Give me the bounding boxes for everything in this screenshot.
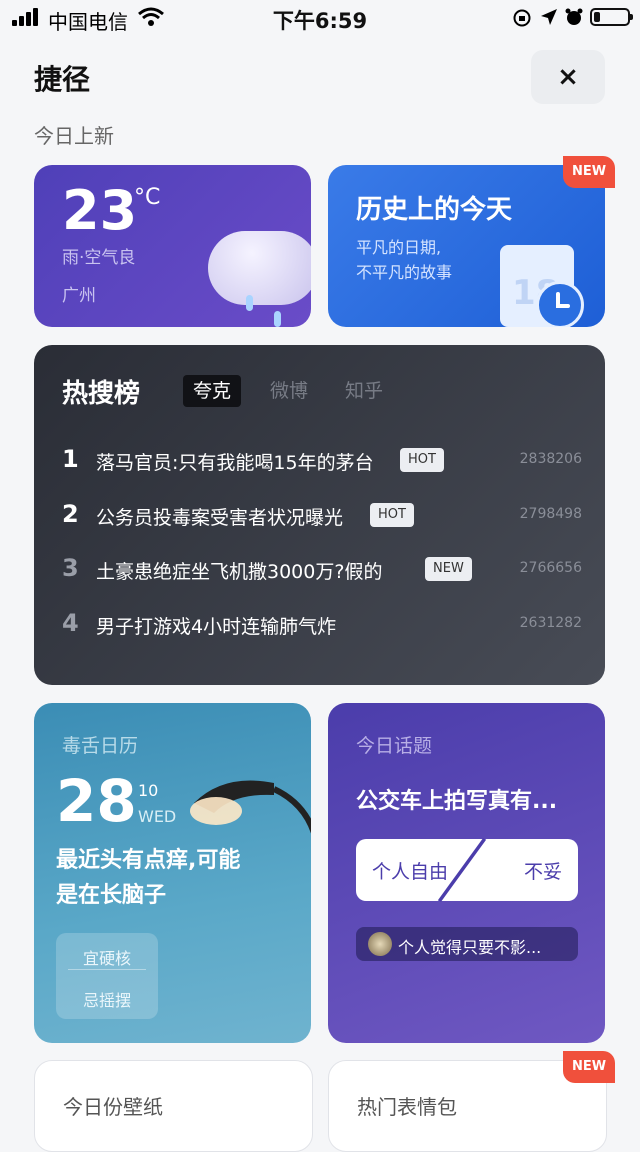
- vote-option-left[interactable]: 个人自由: [372, 857, 448, 884]
- hot-item-count: 2798498: [519, 506, 582, 522]
- calendar-weekday: WED: [138, 807, 177, 826]
- weather-unit: °C: [134, 185, 161, 210]
- rank-number: 3: [62, 554, 79, 582]
- hot-list-item[interactable]: 2 公务员投毒案受害者状况曝光 HOT 2798498: [62, 500, 582, 534]
- avatar: [368, 932, 392, 956]
- wallpaper-title: 今日份壁纸: [63, 1095, 163, 1119]
- calendar-month: 10: [138, 781, 159, 800]
- rank-number: 4: [62, 609, 79, 637]
- hot-list-item[interactable]: 4 男子打游戏4小时连输肺气炸 2631282: [62, 609, 582, 643]
- history-subtitle-line-1: 平凡的日期,: [356, 238, 442, 257]
- calendar-day: 28: [56, 767, 137, 835]
- weather-city: 广州: [62, 286, 96, 306]
- close-button[interactable]: ×: [531, 50, 605, 104]
- calendar-card-label: 毒舌日历: [62, 735, 139, 757]
- hot-item-text: 公务员投毒案受害者状况曝光: [96, 507, 344, 529]
- new-badge: NEW: [563, 156, 615, 188]
- cloud-icon: [208, 231, 311, 305]
- hot-item-count: 2631282: [519, 615, 582, 631]
- weather-card[interactable]: 23 °C 雨·空气良 广州: [34, 165, 311, 327]
- history-subtitle-line-2: 不平凡的故事: [356, 263, 453, 282]
- rain-drop-icon: [246, 295, 253, 311]
- emoji-title: 热门表情包: [357, 1095, 457, 1119]
- location-icon: [541, 9, 557, 25]
- advice-do: 宜硬核: [82, 949, 131, 968]
- battery-icon: [590, 8, 633, 26]
- history-title: 历史上的今天: [356, 195, 513, 225]
- new-tag: NEW: [425, 557, 472, 581]
- topic-question: 公交车上拍写真有...: [356, 789, 558, 814]
- weather-temperature: 23: [62, 179, 138, 242]
- topic-card[interactable]: 今日话题 公交车上拍写真有... 个人自由 不妥 个人觉得只要不影...: [328, 703, 605, 1043]
- calendar-quote-line-1: 最近头有点痒,可能: [56, 848, 241, 873]
- hot-tag: HOT: [370, 503, 414, 527]
- hot-item-count: 2766656: [519, 560, 582, 576]
- hot-search-title: 热搜榜: [62, 379, 141, 409]
- rank-number: 1: [62, 445, 79, 473]
- clock-icon: [536, 281, 584, 327]
- tab-quark[interactable]: 夸克: [183, 375, 242, 407]
- rotation-lock-icon: [513, 9, 531, 27]
- advice-dont: 忌摇摆: [82, 991, 131, 1010]
- new-badge: NEW: [563, 1051, 615, 1083]
- close-icon: ×: [557, 62, 579, 92]
- tab-zhihu[interactable]: 知乎: [335, 375, 393, 407]
- rank-number: 2: [62, 500, 79, 528]
- history-today-card[interactable]: 历史上的今天 平凡的日期, 不平凡的故事 18: [328, 165, 605, 327]
- topic-comment[interactable]: 个人觉得只要不影...: [356, 927, 578, 961]
- hot-item-text: 土豪患绝症坐飞机撒3000万?假的: [96, 561, 383, 583]
- hot-tag: HOT: [400, 448, 444, 472]
- hot-item-text: 落马官员:只有我能喝15年的茅台: [96, 452, 374, 474]
- section-title-today-new: 今日上新: [34, 124, 114, 148]
- hot-item-text: 男子打游戏4小时连输肺气炸: [96, 616, 337, 638]
- calendar-card[interactable]: 毒舌日历 28 10 WED 最近头有点痒,可能 是在长脑子 宜硬核 忌摇摆: [34, 703, 311, 1043]
- hot-search-card: 热搜榜 夸克 微博 知乎 1 落马官员:只有我能喝15年的茅台 HOT 2838…: [34, 345, 605, 685]
- page-title: 捷径: [34, 63, 91, 96]
- wallpaper-card[interactable]: 今日份壁纸: [34, 1060, 313, 1152]
- topic-card-label: 今日话题: [356, 735, 433, 757]
- weather-condition: 雨·空气良: [62, 248, 136, 268]
- advice-divider: [68, 969, 146, 970]
- comment-text: 个人觉得只要不影...: [398, 938, 542, 957]
- hot-item-count: 2838206: [519, 451, 582, 467]
- calendar-quote-line-2: 是在长脑子: [56, 883, 167, 908]
- rain-drop-icon: [274, 311, 281, 327]
- alarm-icon: [565, 8, 583, 25]
- advice-box: 宜硬核 忌摇摆: [56, 933, 158, 1019]
- street-lamp-icon: [190, 780, 311, 834]
- hot-list-item[interactable]: 3 土豪患绝症坐飞机撒3000万?假的 NEW 2766656: [62, 554, 582, 588]
- tab-weibo[interactable]: 微博: [260, 375, 318, 407]
- vote-option-right[interactable]: 不妥: [524, 857, 562, 884]
- hot-list-item[interactable]: 1 落马官员:只有我能喝15年的茅台 HOT 2838206: [62, 445, 582, 479]
- calendar-quote: 最近头有点痒,可能 是在长脑子: [56, 843, 306, 913]
- history-subtitle: 平凡的日期, 不平凡的故事: [356, 235, 452, 285]
- status-bar: 中国电信 下午6:59: [0, 0, 640, 36]
- vote-box: 个人自由 不妥: [356, 838, 578, 902]
